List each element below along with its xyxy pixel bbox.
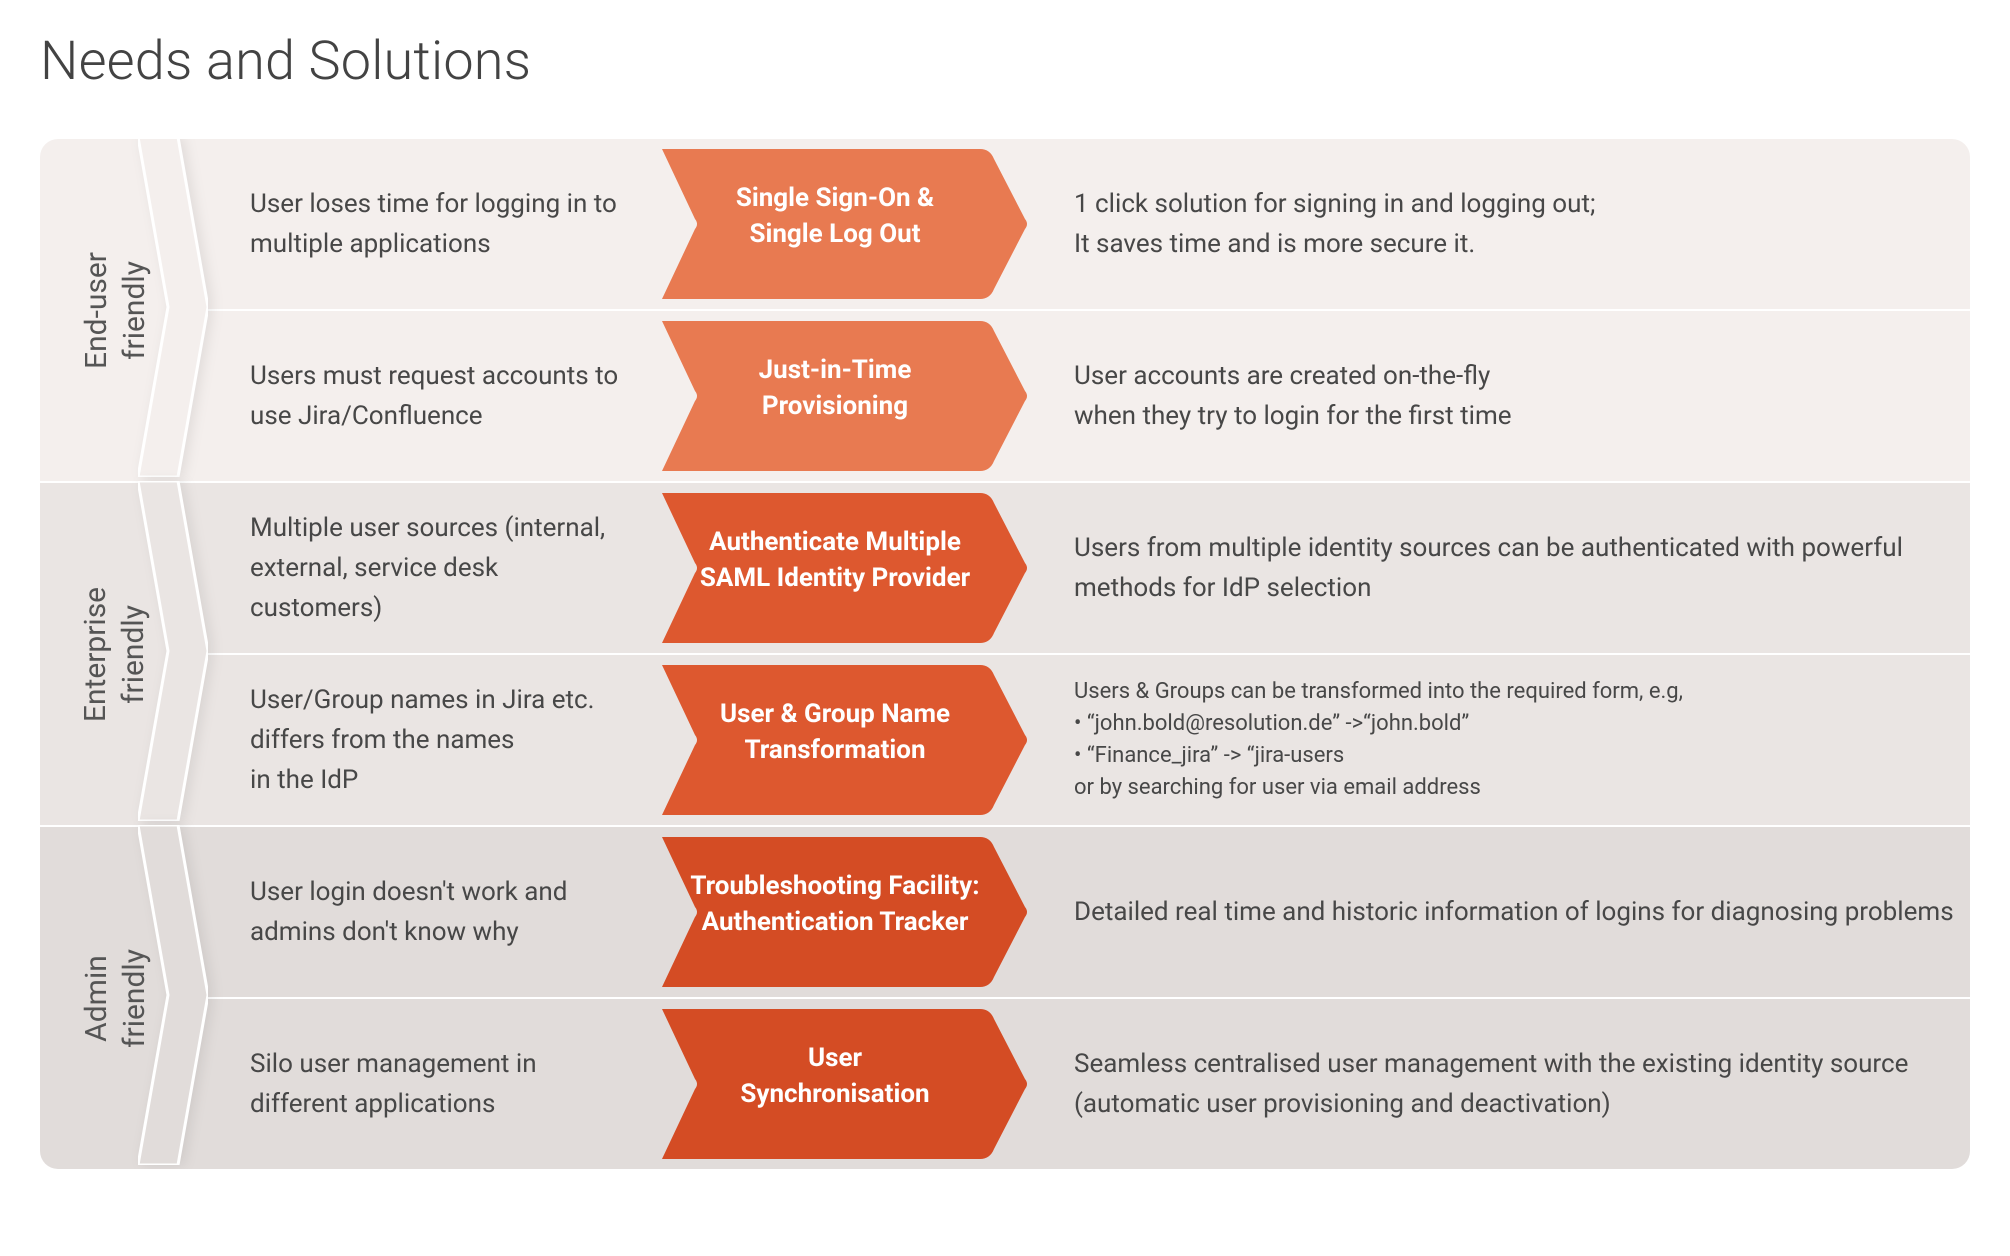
category-rows: Multiple user sources (internal, externa… [190, 483, 1970, 825]
arrow-icon: User & Group NameTransformation [650, 655, 1030, 825]
problem-text: Users must request accounts to use Jira/… [250, 311, 650, 481]
arrow-icon: Troubleshooting Facility:Authentication … [650, 827, 1030, 997]
need-solution-row: Users must request accounts to use Jira/… [190, 309, 1970, 481]
need-solution-row: Multiple user sources (internal, externa… [190, 483, 1970, 653]
solution-arrow: Single Sign-On &Single Log Out [650, 139, 1030, 309]
need-solution-row: User loses time for logging in to multip… [190, 139, 1970, 309]
category-label-wrap: Admin friendly [40, 827, 190, 1169]
problem-text: User login doesn't work and admins don't… [250, 827, 650, 997]
arrow-icon: Single Sign-On &Single Log Out [650, 139, 1030, 309]
category-label-wrap: Enterprise friendly [40, 483, 190, 825]
category-label-wrap: End-user friendly [40, 139, 190, 481]
category-label: Admin friendly [78, 949, 153, 1048]
solution-arrow: Just-in-TimeProvisioning [650, 311, 1030, 481]
needs-solutions-matrix: End-user friendly User loses time for log… [40, 139, 1970, 1169]
category-row: End-user friendly User loses time for log… [40, 139, 1970, 481]
problem-text: Multiple user sources (internal, externa… [250, 483, 650, 653]
solution-arrow: Authenticate MultipleSAML Identity Provi… [650, 483, 1030, 653]
problem-text: User/Group names in Jira etc. differs fr… [250, 655, 650, 825]
benefit-text: 1 click solution for signing in and logg… [1030, 139, 1970, 309]
solution-arrow: Troubleshooting Facility:Authentication … [650, 827, 1030, 997]
category-label: Enterprise friendly [78, 586, 153, 721]
benefit-text: Users from multiple identity sources can… [1030, 483, 1970, 653]
category-label: End-user friendly [78, 252, 153, 369]
category-rows: User loses time for logging in to multip… [190, 139, 1970, 481]
arrow-icon: Just-in-TimeProvisioning [650, 311, 1030, 481]
problem-text: Silo user management in different applic… [250, 999, 650, 1169]
benefit-text: Detailed real time and historic informat… [1030, 827, 1970, 997]
category-row: Admin friendly User login doesn't work an… [40, 825, 1970, 1169]
category-rows: User login doesn't work and admins don't… [190, 827, 1970, 1169]
problem-text: User loses time for logging in to multip… [250, 139, 650, 309]
benefit-text: User accounts are created on-the-fly whe… [1030, 311, 1970, 481]
need-solution-row: User login doesn't work and admins don't… [190, 827, 1970, 997]
arrow-icon: UserSynchronisation [650, 999, 1030, 1169]
page-title: Needs and Solutions [40, 30, 1970, 93]
category-row: Enterprise friendly Multiple user sources… [40, 481, 1970, 825]
need-solution-row: User/Group names in Jira etc. differs fr… [190, 653, 1970, 825]
benefit-text: Users & Groups can be transformed into t… [1030, 655, 1970, 825]
need-solution-row: Silo user management in different applic… [190, 997, 1970, 1169]
solution-arrow: UserSynchronisation [650, 999, 1030, 1169]
arrow-icon: Authenticate MultipleSAML Identity Provi… [650, 483, 1030, 653]
solution-arrow: User & Group NameTransformation [650, 655, 1030, 825]
benefit-text: Seamless centralised user management wit… [1030, 999, 1970, 1169]
